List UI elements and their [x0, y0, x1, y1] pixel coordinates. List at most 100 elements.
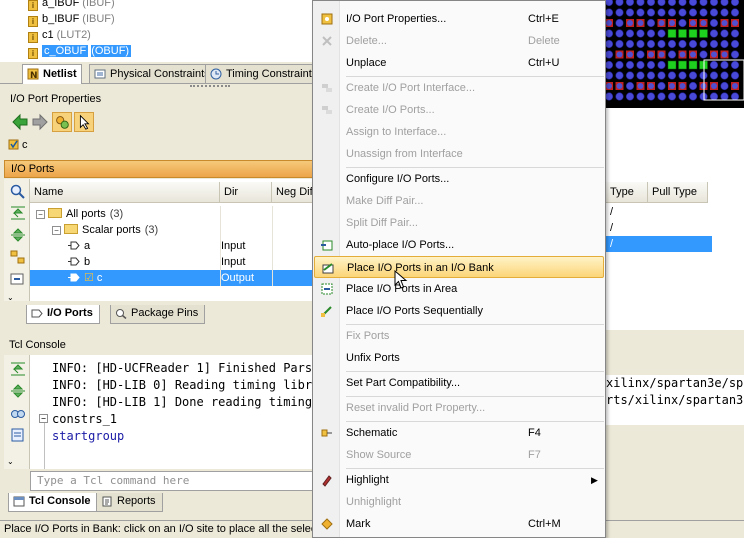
- menu-item-shortcut: F7: [528, 449, 541, 461]
- device-view[interactable]: [606, 0, 744, 108]
- menu-item-split-diff-pair: Split Diff Pair...: [314, 212, 604, 234]
- collapse-all-icon[interactable]: [9, 205, 27, 221]
- netlist-tree: i a_IBUF (IBUF) i b_IBUF (IBUF) i c1 (LUT2) i c_OB…: [0, 0, 316, 62]
- netlist-tab-strip: N Netlist Physical Constraints Timing Co…: [0, 62, 323, 84]
- menu-item-mark[interactable]: Mark Ctrl+M: [314, 513, 604, 535]
- menu-item-highlight[interactable]: Highlight ▶: [314, 469, 604, 491]
- dir-cell: Input: [221, 240, 246, 252]
- table-row[interactable]: a Input: [30, 238, 316, 254]
- column-divider: [272, 254, 273, 270]
- column-header-type[interactable]: Type: [606, 182, 648, 203]
- menu-item-place-i-o-ports-sequentially[interactable]: Place I/O Ports Sequentially: [314, 300, 604, 322]
- menu-item-label: Show Source: [346, 449, 412, 461]
- tab-io-ports[interactable]: I/O Ports: [26, 305, 100, 324]
- menu-item-label: Fix Ports: [346, 330, 390, 342]
- menu-item-delete: Delete... Delete: [314, 30, 604, 52]
- forward-arrow-icon[interactable]: [30, 112, 50, 132]
- placed-check-icon: ☑: [84, 272, 94, 284]
- type-cell-a: /: [610, 206, 614, 218]
- tab-physical-constraints[interactable]: Physical Constraints: [89, 64, 215, 83]
- menu-item-place-i-o-ports-in-area[interactable]: Place I/O Ports in Area: [314, 278, 604, 300]
- collapse-all-icon[interactable]: [9, 361, 27, 377]
- autoplace-icon: [321, 240, 333, 251]
- table-row[interactable]: − Scalar ports (3): [30, 222, 316, 238]
- place-bank-icon: [322, 263, 334, 274]
- place-area-icon: [321, 283, 333, 295]
- schematic-icon: [321, 429, 332, 437]
- port-name: b: [84, 256, 91, 268]
- io-ports-tab-icon: [31, 309, 43, 318]
- menu-item-auto-place-i-o-ports[interactable]: Auto-place I/O Ports...: [314, 234, 604, 256]
- selected-object: c: [8, 139, 28, 151]
- port-count: (3): [144, 224, 159, 236]
- menu-item-unassign-from-interface: Unassign from Interface: [314, 143, 604, 165]
- back-arrow-icon[interactable]: [10, 112, 30, 132]
- table-row[interactable]: ☑ c Output: [30, 270, 316, 286]
- tab-reports[interactable]: Reports: [96, 493, 163, 512]
- table-row[interactable]: b Input: [30, 254, 316, 270]
- tab-package-pins[interactable]: Package Pins: [110, 305, 206, 324]
- collapse-toggle[interactable]: −: [52, 226, 61, 235]
- group-by-bank-icon[interactable]: [9, 249, 27, 265]
- port-name: c: [96, 272, 103, 284]
- menu-item-label: Create I/O Port Interface...: [346, 82, 475, 94]
- netlist-cell[interactable]: i c1 (LUT2): [28, 28, 91, 43]
- context-menu: I/O Port Properties... Ctrl+E Delete... Del…: [312, 0, 606, 538]
- place-sequential-icon: [321, 306, 332, 317]
- netlist-cell[interactable]: i b_IBUF (IBUF): [28, 12, 115, 27]
- port-name: a: [84, 240, 91, 252]
- splitter-handle[interactable]: [190, 85, 230, 87]
- expand-all-icon[interactable]: [9, 227, 27, 243]
- io-ports-table: Name Dir Neg Dif − All ports (3) − Scalar po…: [30, 179, 316, 301]
- tcl-line-tail: xilinx/spartan3e/spar: [606, 376, 744, 390]
- tcl-command-input[interactable]: Type a Tcl command here: [30, 471, 316, 491]
- column-divider: [220, 222, 221, 238]
- menu-item-reset-invalid-port-property: Reset invalid Port Property...: [314, 397, 604, 419]
- tcl-console-title: Tcl Console: [9, 339, 66, 351]
- tcl-output: − INFO: [HD-UCFReader 1] Finished Parsi I…: [30, 355, 316, 469]
- cell-name: c1: [42, 29, 54, 41]
- clear-console-icon[interactable]: [9, 427, 27, 443]
- find-icon[interactable]: [9, 405, 27, 421]
- column-header-dir[interactable]: Dir: [220, 182, 272, 203]
- menu-item-label: Mark: [346, 518, 371, 530]
- menu-item-label: Create I/O Ports...: [346, 104, 435, 116]
- tab-package-pins-label: Package Pins: [131, 307, 199, 319]
- tab-netlist-label: Netlist: [43, 68, 77, 80]
- column-header-neg-diff[interactable]: Neg Dif: [272, 182, 316, 203]
- collapse-toggle[interactable]: −: [36, 210, 45, 219]
- menu-item-schematic[interactable]: Schematic F4: [314, 422, 604, 444]
- menu-item-unfix-ports[interactable]: Unfix Ports: [314, 347, 604, 369]
- tab-netlist[interactable]: N Netlist: [22, 64, 82, 84]
- menu-item-place-i-o-ports-in-an-i-o-bank[interactable]: Place I/O Ports in an I/O Bank: [314, 256, 604, 278]
- table-row[interactable]: − All ports (3): [30, 206, 316, 222]
- search-icon[interactable]: [9, 183, 27, 199]
- place-ports-icon[interactable]: [9, 271, 27, 287]
- tab-tcl-console[interactable]: Tcl Console: [8, 493, 98, 512]
- cell-name: a_IBUF: [42, 0, 80, 9]
- menu-item-shortcut: Ctrl+M: [528, 518, 561, 530]
- type-cell-b: /: [610, 222, 614, 234]
- menu-item-set-part-compatibility[interactable]: Set Part Compatibility...: [314, 372, 604, 394]
- more-icon[interactable]: ⌄: [7, 293, 14, 302]
- create-ports-icon: [322, 106, 332, 114]
- netlist-cell[interactable]: i a_IBUF (IBUF): [28, 0, 115, 11]
- collapse-toggle[interactable]: −: [39, 414, 48, 423]
- menu-item-unhighlight: Unhighlight: [314, 491, 604, 513]
- menu-item-i-o-port-properties[interactable]: I/O Port Properties... Ctrl+E: [314, 8, 604, 30]
- more-icon[interactable]: ⌄: [7, 457, 14, 466]
- auto-update-icon[interactable]: [52, 112, 72, 132]
- expand-all-icon[interactable]: [9, 383, 27, 399]
- menu-item-label: Schematic: [346, 427, 398, 439]
- device-grid: [606, 0, 744, 101]
- menu-item-configure-i-o-ports[interactable]: Configure I/O Ports...: [314, 168, 604, 190]
- netlist-cell[interactable]: i c_OBUF (OBUF): [28, 44, 132, 59]
- menu-item-make-diff-pair: Make Diff Pair...: [314, 190, 604, 212]
- select-pointer-icon[interactable]: [74, 112, 94, 132]
- column-divider: [272, 206, 273, 222]
- tab-timing-constraints[interactable]: Timing Constraints: [205, 64, 323, 83]
- column-header-name[interactable]: Name: [30, 182, 220, 203]
- column-header-pull-type[interactable]: Pull Type: [648, 182, 708, 203]
- menu-item-label: Unplace: [346, 57, 387, 69]
- menu-item-unplace[interactable]: Unplace Ctrl+U: [314, 52, 604, 74]
